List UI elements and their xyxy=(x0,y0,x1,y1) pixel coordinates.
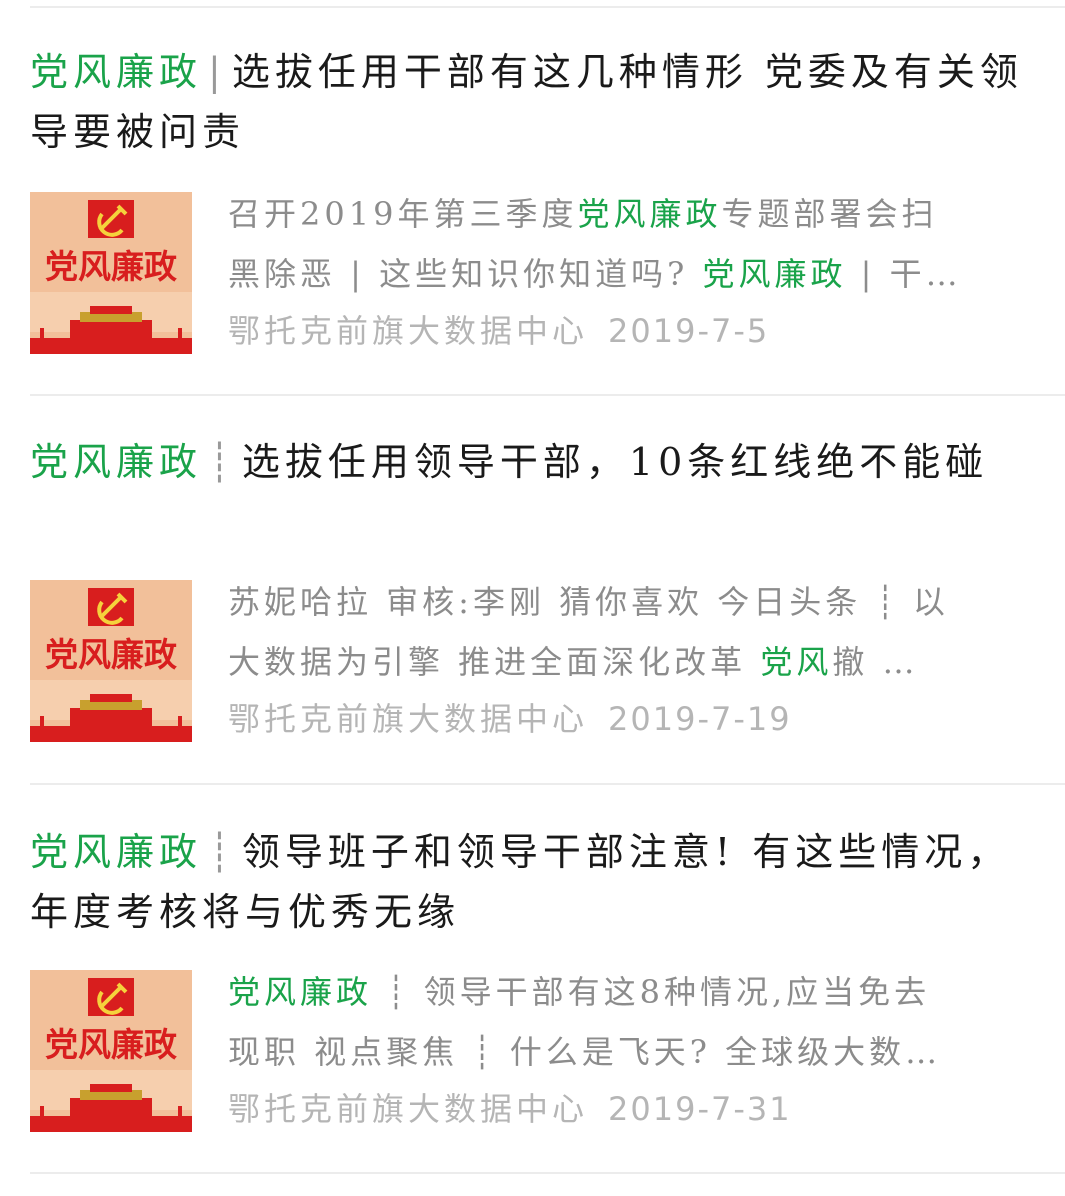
title-separator: | xyxy=(208,50,226,94)
source-name: 鄂托克前旗大数据中心 xyxy=(228,700,589,738)
article-thumbnail[interactable]: 党风廉政 xyxy=(30,580,192,742)
snippet-text: 召开2019年第三季度 xyxy=(228,195,578,233)
article-meta: 鄂托克前旗大数据中心 2019-7-19 xyxy=(228,694,1018,744)
snippet-keyword: 党风廉政 xyxy=(702,255,847,293)
dangfeng-lianzheng-logo: 党风廉政 xyxy=(30,970,192,1132)
article-snippet: 召开2019年第三季度党风廉政专题部署会扫 黑除恶 | 这些知识你知道吗? 党风… xyxy=(228,184,1018,304)
article-snippet: 苏妮哈拉 审核:李刚 猜你喜欢 今日头条 ┊ 以 大数据为引擎 推进全面深化改革… xyxy=(228,572,1018,692)
snippet-keyword: 党风廉政 xyxy=(577,195,722,233)
svg-text:党风廉政: 党风廉政 xyxy=(45,635,177,674)
snippet-text: 大数据为引擎 推进全面深化改革 xyxy=(228,643,761,681)
snippet-keyword: 党风 xyxy=(760,643,833,681)
snippet-text: 黑除恶 | 这些知识你知道吗? xyxy=(228,255,703,293)
title-separator: ┊ xyxy=(208,440,236,484)
article-snippet: 党风廉政 ┊ 领导干部有这8种情况,应当免去 现职 视点聚焦 ┊ 什么是飞天? … xyxy=(228,962,1018,1082)
divider xyxy=(30,1172,1065,1174)
article-title[interactable]: 党风廉政 ┊ 选拔任用领导干部，10条红线绝不能碰 xyxy=(30,432,1030,492)
article-item[interactable]: 党风廉政 ┊ 领导班子和领导干部注意! 有这些情况，年度考核将与优秀无缘 党风廉政 … xyxy=(30,822,1030,1152)
snippet-text: | 干… xyxy=(846,255,962,293)
svg-text:党风廉政: 党风廉政 xyxy=(45,1025,177,1064)
article-item[interactable]: 党风廉政 | 选拔任用干部有这几种情形 党委及有关领导要被问责 党风廉政 召开201… xyxy=(30,42,1030,372)
publish-date: 2019-7-31 xyxy=(608,1090,792,1128)
article-meta: 鄂托克前旗大数据中心 2019-7-5 xyxy=(228,306,1018,356)
title-keyword: 党风廉政 xyxy=(30,440,203,484)
snippet-text: ┊ 领导干部有这8种情况,应当免去 xyxy=(372,973,931,1011)
snippet-keyword: 党风廉政 xyxy=(228,973,373,1011)
article-thumbnail[interactable]: 党风廉政 xyxy=(30,970,192,1132)
article-thumbnail[interactable]: 党风廉政 xyxy=(30,192,192,354)
article-title[interactable]: 党风廉政 | 选拔任用干部有这几种情形 党委及有关领导要被问责 xyxy=(30,42,1030,162)
dangfeng-lianzheng-logo: 党风廉政 xyxy=(30,580,192,742)
source-name: 鄂托克前旗大数据中心 xyxy=(228,1090,589,1128)
divider xyxy=(30,6,1065,8)
dangfeng-lianzheng-logo: 党风廉政 xyxy=(30,192,192,354)
title-keyword: 党风廉政 xyxy=(30,50,203,94)
title-text: 选拔任用领导干部，10条红线绝不能碰 xyxy=(241,440,989,484)
snippet-text: 现职 视点聚焦 ┊ 什么是飞天? 全球级大数… xyxy=(228,1033,942,1071)
source-name: 鄂托克前旗大数据中心 xyxy=(228,312,589,350)
article-title[interactable]: 党风廉政 ┊ 领导班子和领导干部注意! 有这些情况，年度考核将与优秀无缘 xyxy=(30,822,1030,942)
divider xyxy=(30,394,1065,396)
publish-date: 2019-7-5 xyxy=(608,312,770,350)
title-separator: ┊ xyxy=(208,830,236,874)
publish-date: 2019-7-19 xyxy=(608,700,792,738)
divider xyxy=(30,783,1065,785)
article-item[interactable]: 党风廉政 ┊ 选拔任用领导干部，10条红线绝不能碰 党风廉政 苏妮哈拉 审核:李刚 … xyxy=(30,432,1030,762)
snippet-text: 专题部署会扫 xyxy=(721,195,938,233)
snippet-text: 苏妮哈拉 审核:李刚 猜你喜欢 今日头条 ┊ 以 xyxy=(228,583,949,621)
article-meta: 鄂托克前旗大数据中心 2019-7-31 xyxy=(228,1084,1018,1134)
snippet-text: 撤 … xyxy=(832,643,919,681)
svg-text:党风廉政: 党风廉政 xyxy=(45,247,177,286)
title-keyword: 党风廉政 xyxy=(30,830,203,874)
